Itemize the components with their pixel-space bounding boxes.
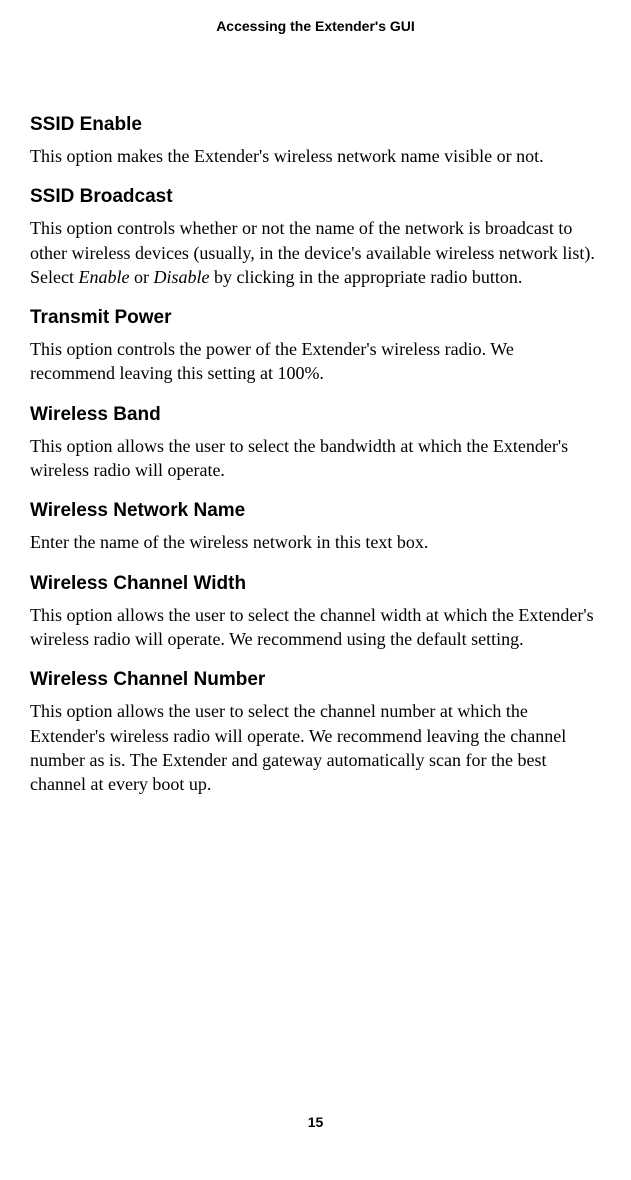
body-italic-text: Disable (153, 267, 209, 287)
section: SSID Enable This option makes the Extende… (30, 114, 601, 168)
body-text: or (129, 267, 153, 287)
section-body: This option controls whether or not the … (30, 216, 601, 289)
page-number: 15 (0, 1114, 631, 1130)
body-text: This option allows the user to select th… (30, 605, 594, 649)
section-body: This option allows the user to select th… (30, 603, 601, 652)
sections-container: SSID Enable This option makes the Extende… (30, 114, 601, 796)
body-text: This option controls the power of the Ex… (30, 339, 514, 383)
page-header: Accessing the Extender's GUI (30, 18, 601, 34)
section-heading: SSID Broadcast (30, 186, 601, 208)
section: Transmit Power This option controls the p… (30, 307, 601, 386)
section-body: This option makes the Extender's wireles… (30, 144, 601, 168)
body-text: This option allows the user to select th… (30, 701, 566, 794)
body-text: This option allows the user to select th… (30, 436, 568, 480)
section: Wireless Band This option allows the user… (30, 404, 601, 483)
body-text: by clicking in the appropriate radio but… (209, 267, 522, 287)
section: Wireless Channel Width This option allows… (30, 573, 601, 652)
section-body: This option controls the power of the Ex… (30, 337, 601, 386)
section: SSID Broadcast This option controls wheth… (30, 186, 601, 289)
body-text: This option makes the Extender's wireles… (30, 146, 544, 166)
section-heading: Transmit Power (30, 307, 601, 329)
section: Wireless Channel Number This option allow… (30, 669, 601, 796)
section-body: This option allows the user to select th… (30, 434, 601, 483)
section-heading: Wireless Network Name (30, 500, 601, 522)
section-body: Enter the name of the wireless network i… (30, 530, 601, 554)
section-body: This option allows the user to select th… (30, 699, 601, 796)
body-italic-text: Enable (78, 267, 129, 287)
section: Wireless Network Name Enter the name of t… (30, 500, 601, 554)
section-heading: Wireless Channel Number (30, 669, 601, 691)
section-heading: SSID Enable (30, 114, 601, 136)
section-heading: Wireless Channel Width (30, 573, 601, 595)
section-heading: Wireless Band (30, 404, 601, 426)
body-text: Enter the name of the wireless network i… (30, 532, 428, 552)
